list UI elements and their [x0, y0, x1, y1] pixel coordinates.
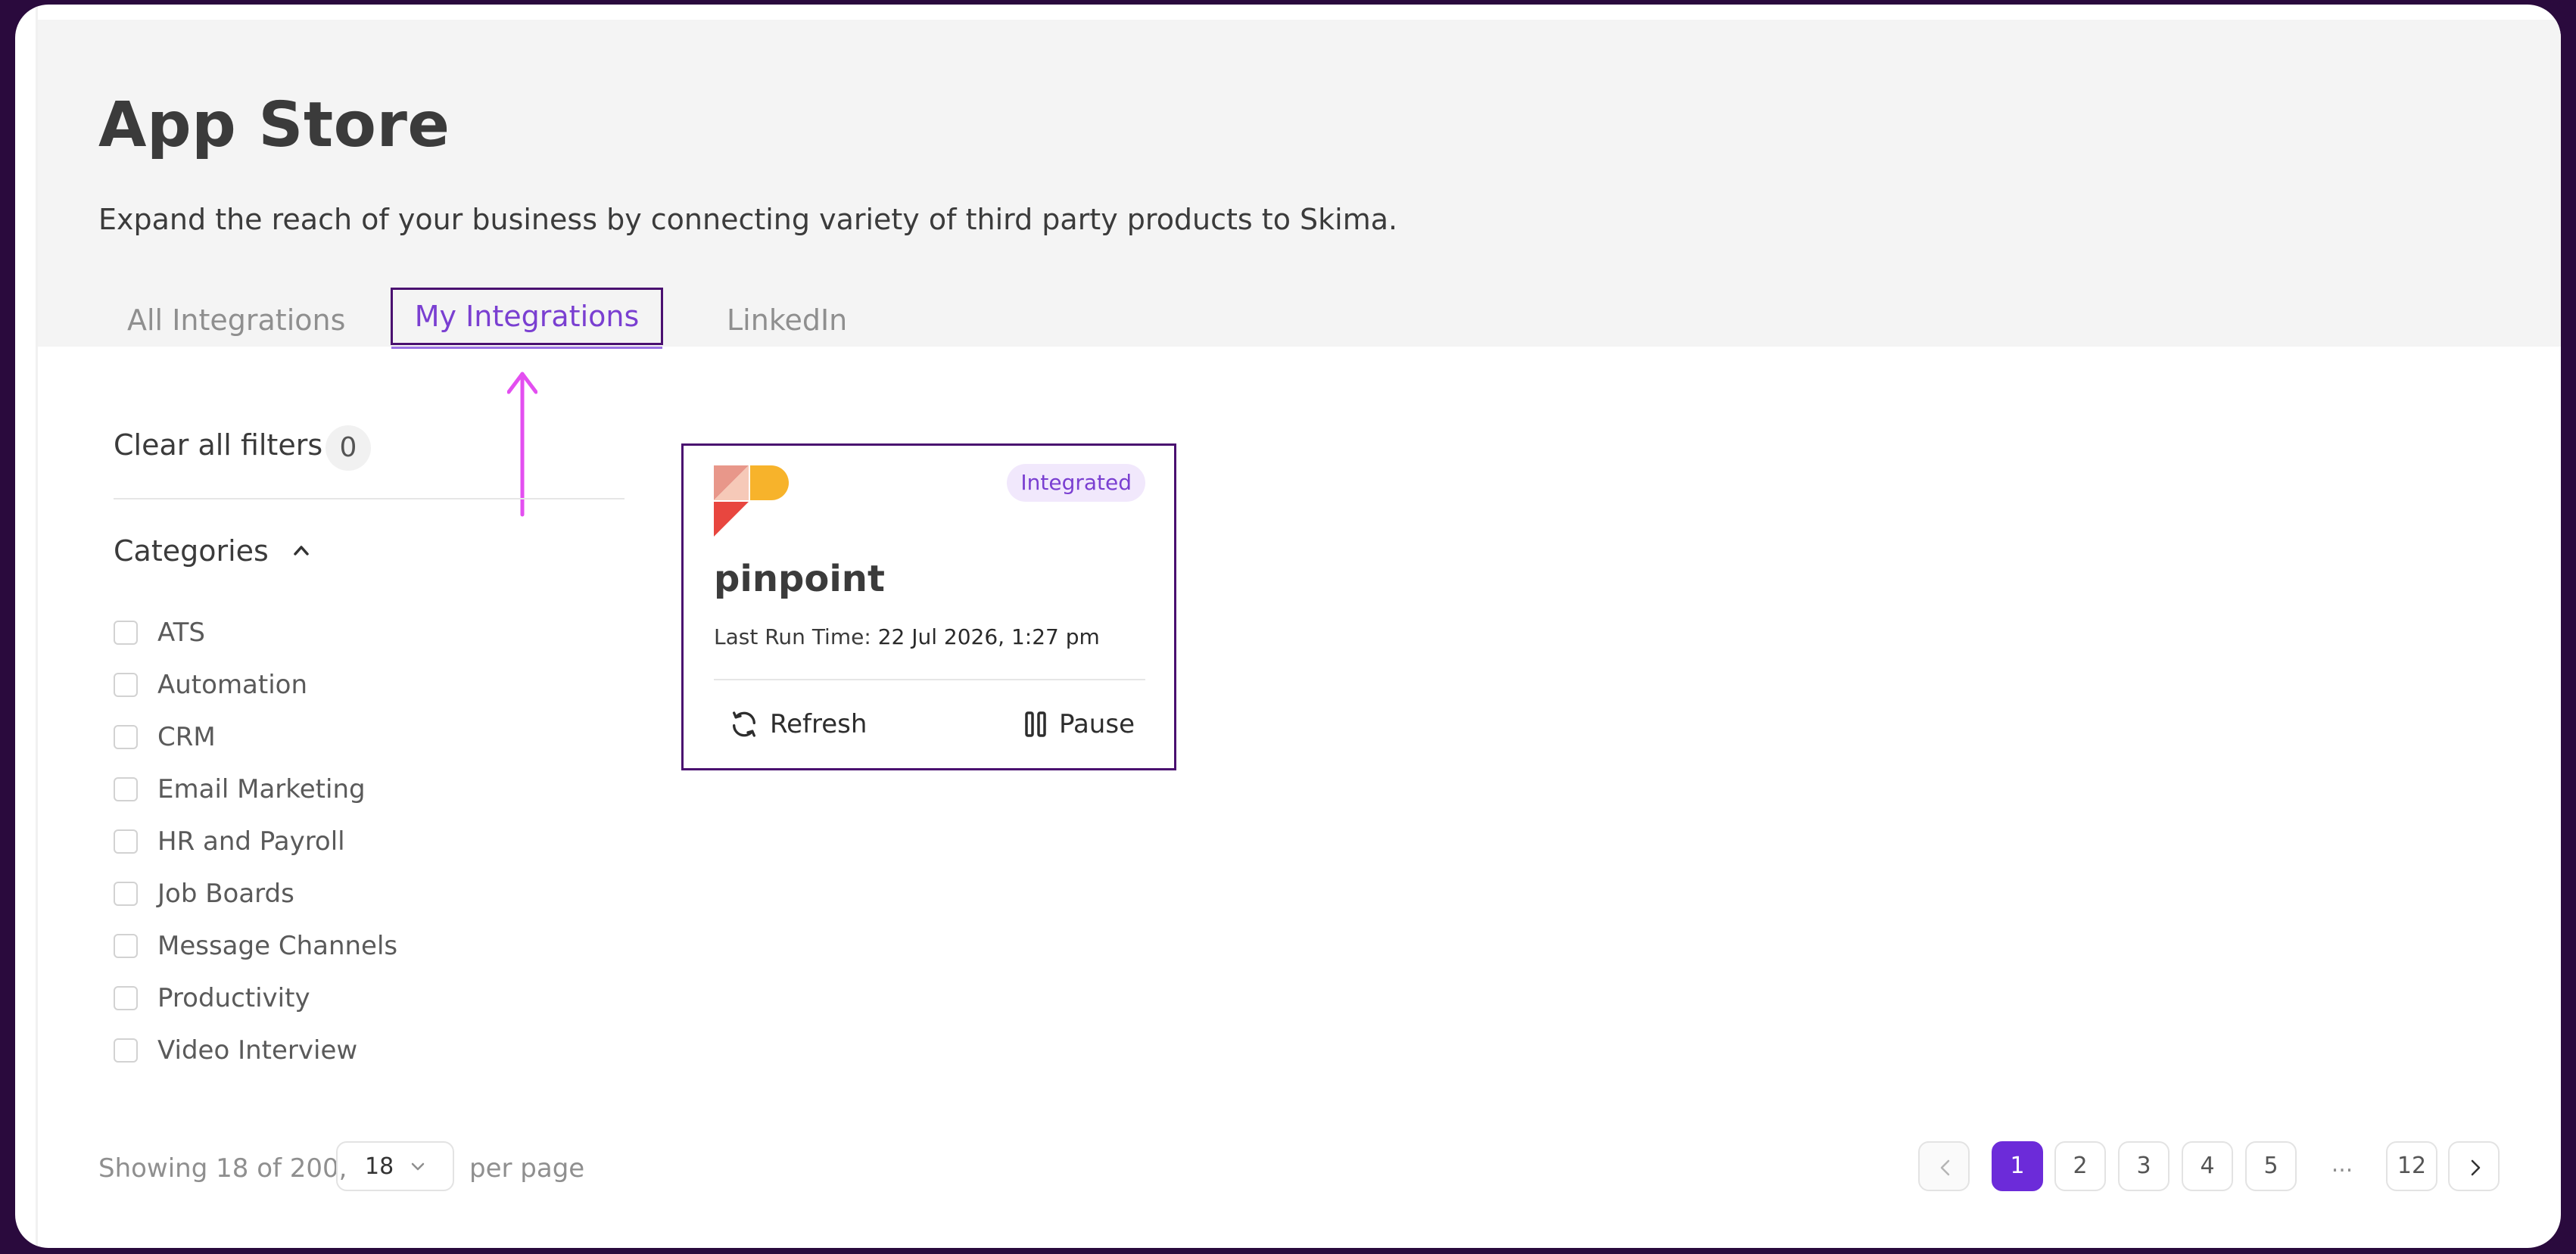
tab-linkedin[interactable]: LinkedIn [727, 301, 847, 339]
category-item-crm[interactable]: CRM [114, 711, 397, 763]
category-item-automation[interactable]: Automation [114, 658, 397, 711]
page-subtitle: Expand the reach of your business by con… [98, 203, 1398, 236]
next-page-button[interactable] [2448, 1141, 2500, 1191]
category-label: HR and Payroll [157, 826, 345, 857]
category-label: Automation [157, 669, 308, 700]
chevron-left-icon [1940, 1159, 1950, 1176]
categories-toggle[interactable]: Categories [114, 534, 269, 568]
previous-page-button[interactable] [1918, 1141, 1970, 1191]
page-button-12[interactable]: 12 [2386, 1141, 2437, 1191]
card-divider [714, 679, 1145, 680]
annotation-arrow-icon [507, 372, 537, 517]
last-run-time-value: 22 Jul 2026, 1:27 pm [877, 624, 1100, 649]
pause-icon [1025, 711, 1046, 737]
tab-all-integrations[interactable]: All Integrations [127, 301, 345, 339]
integration-name: pinpoint [714, 558, 885, 600]
checkbox[interactable] [114, 829, 138, 854]
checkbox[interactable] [114, 776, 138, 801]
chevron-up-icon[interactable] [292, 543, 310, 557]
category-list: ATS Automation CRM Email Marketing HR an… [114, 606, 397, 1076]
page-title: App Store [98, 89, 450, 161]
category-item-ats[interactable]: ATS [114, 606, 397, 658]
tab-my-integrations[interactable]: My Integrations [391, 288, 663, 345]
integrated-badge: Integrated [1007, 464, 1145, 502]
category-label: CRM [157, 721, 216, 752]
category-label: Video Interview [157, 1035, 358, 1066]
category-label: Productivity [157, 982, 310, 1013]
page-button-3[interactable]: 3 [2118, 1141, 2170, 1191]
category-item-message-channels[interactable]: Message Channels [114, 919, 397, 972]
filter-count-badge: 0 [326, 425, 371, 471]
refresh-button[interactable]: Refresh [729, 709, 867, 739]
sidebar-divider [114, 498, 625, 499]
pause-label: Pause [1059, 709, 1135, 739]
pagination-ellipsis: ... [2331, 1151, 2353, 1178]
category-item-email-marketing[interactable]: Email Marketing [114, 763, 397, 815]
page-button-5[interactable]: 5 [2245, 1141, 2297, 1191]
refresh-label: Refresh [770, 709, 867, 739]
checkbox[interactable] [114, 724, 138, 749]
last-run-time-label: Last Run Time: [714, 624, 871, 649]
app-window: App Store Expand the reach of your busin… [15, 5, 2561, 1248]
checkbox[interactable] [114, 933, 138, 958]
active-tab-indicator [391, 347, 662, 349]
category-label: Job Boards [157, 878, 294, 909]
integration-card[interactable]: Integrated pinpoint Last Run Time: 22 Ju… [681, 443, 1176, 770]
category-item-hr-and-payroll[interactable]: HR and Payroll [114, 815, 397, 867]
refresh-icon [733, 711, 755, 737]
category-item-productivity[interactable]: Productivity [114, 972, 397, 1024]
clear-all-filters-button[interactable]: Clear all filters [114, 428, 322, 462]
checkbox[interactable] [114, 1038, 138, 1063]
checkbox[interactable] [114, 985, 138, 1010]
pagination: 1 2 3 4 5 ... 12 [15, 1141, 2561, 1191]
pinpoint-logo-icon [714, 465, 789, 537]
pause-button[interactable]: Pause [1024, 709, 1135, 739]
chevron-right-icon [2471, 1159, 2481, 1176]
page-button-1[interactable]: 1 [1992, 1141, 2043, 1191]
last-run-time: Last Run Time: 22 Jul 2026, 1:27 pm [714, 624, 1100, 649]
checkbox[interactable] [114, 620, 138, 645]
page-button-4[interactable]: 4 [2182, 1141, 2233, 1191]
checkbox[interactable] [114, 881, 138, 906]
page-button-2[interactable]: 2 [2054, 1141, 2106, 1191]
category-item-video-interview[interactable]: Video Interview [114, 1024, 397, 1076]
checkbox[interactable] [114, 672, 138, 697]
category-label: Message Channels [157, 930, 398, 961]
category-label: Email Marketing [157, 773, 366, 804]
category-item-job-boards[interactable]: Job Boards [114, 867, 397, 919]
category-label: ATS [157, 617, 205, 648]
